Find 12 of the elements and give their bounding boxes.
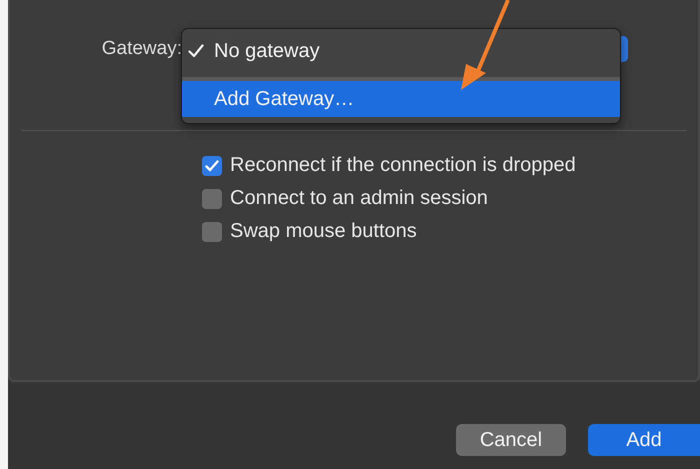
checkbox[interactable] [202, 156, 222, 176]
checkbox[interactable] [202, 222, 222, 242]
gateway-label: Gateway: [100, 38, 182, 60]
checkbox-label[interactable]: Swap mouse buttons [230, 220, 417, 243]
checkbox[interactable] [202, 188, 222, 208]
checkbox-label[interactable]: Connect to an admin session [230, 187, 488, 210]
checkbox-label[interactable]: Reconnect if the connection is dropped [230, 154, 576, 177]
cancel-button[interactable]: Cancel [456, 424, 566, 456]
checkmark-icon [188, 44, 204, 58]
add-button[interactable]: Add [588, 424, 700, 456]
menu-item[interactable]: No gateway [182, 33, 620, 69]
menu-item[interactable]: Add Gateway… [182, 77, 620, 117]
